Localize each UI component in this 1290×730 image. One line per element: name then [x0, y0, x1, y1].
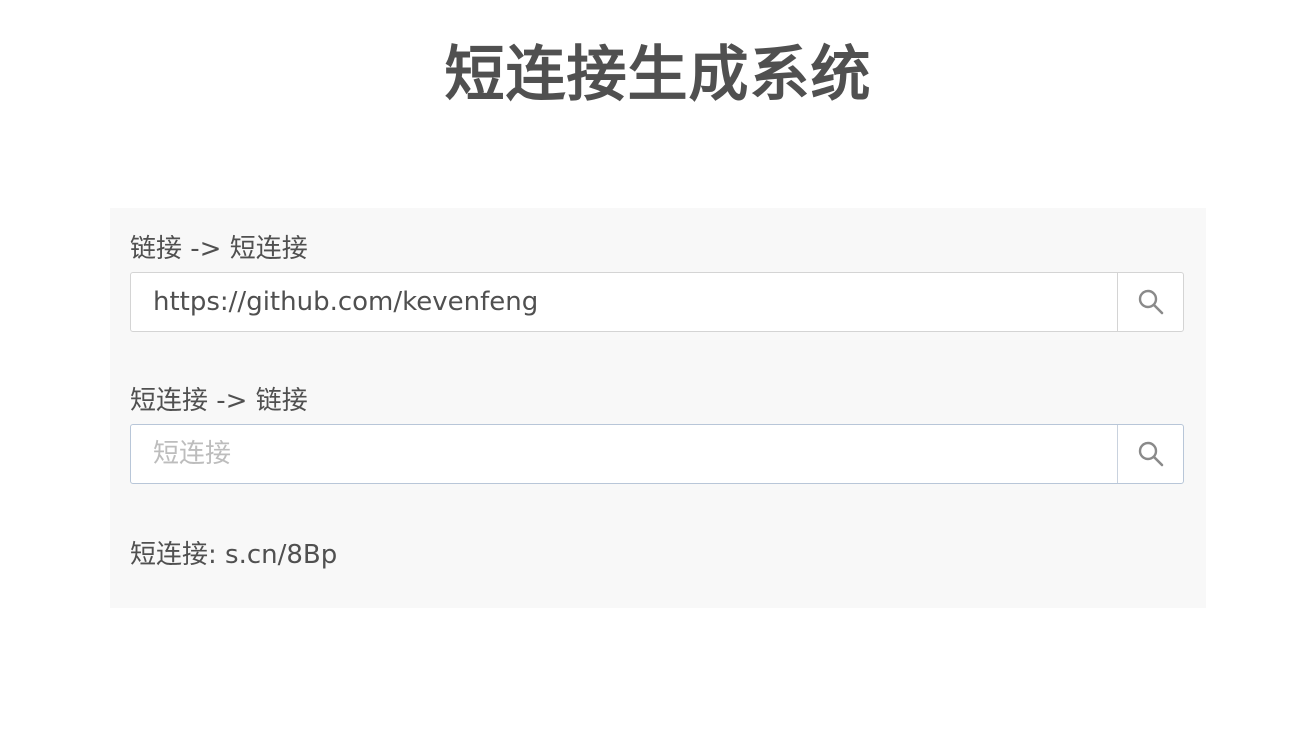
- decode-search-button[interactable]: [1117, 425, 1183, 483]
- encode-search-button[interactable]: [1117, 273, 1183, 331]
- page-title: 短连接生成系统: [444, 40, 872, 110]
- search-icon: [1138, 289, 1163, 315]
- search-icon: [1138, 441, 1163, 467]
- encode-search-group: [130, 272, 1184, 332]
- encode-label: 链接 -> 短连接: [130, 234, 308, 264]
- decode-search-group: [130, 424, 1184, 484]
- url-input[interactable]: [131, 273, 1117, 331]
- short-url-input[interactable]: [131, 425, 1117, 483]
- result-text: 短连接: s.cn/8Bp: [130, 540, 338, 570]
- converter-panel: 链接 -> 短连接 短连接 -> 链接 短连接: s.cn/8Bp: [110, 208, 1206, 608]
- decode-label: 短连接 -> 链接: [130, 386, 308, 416]
